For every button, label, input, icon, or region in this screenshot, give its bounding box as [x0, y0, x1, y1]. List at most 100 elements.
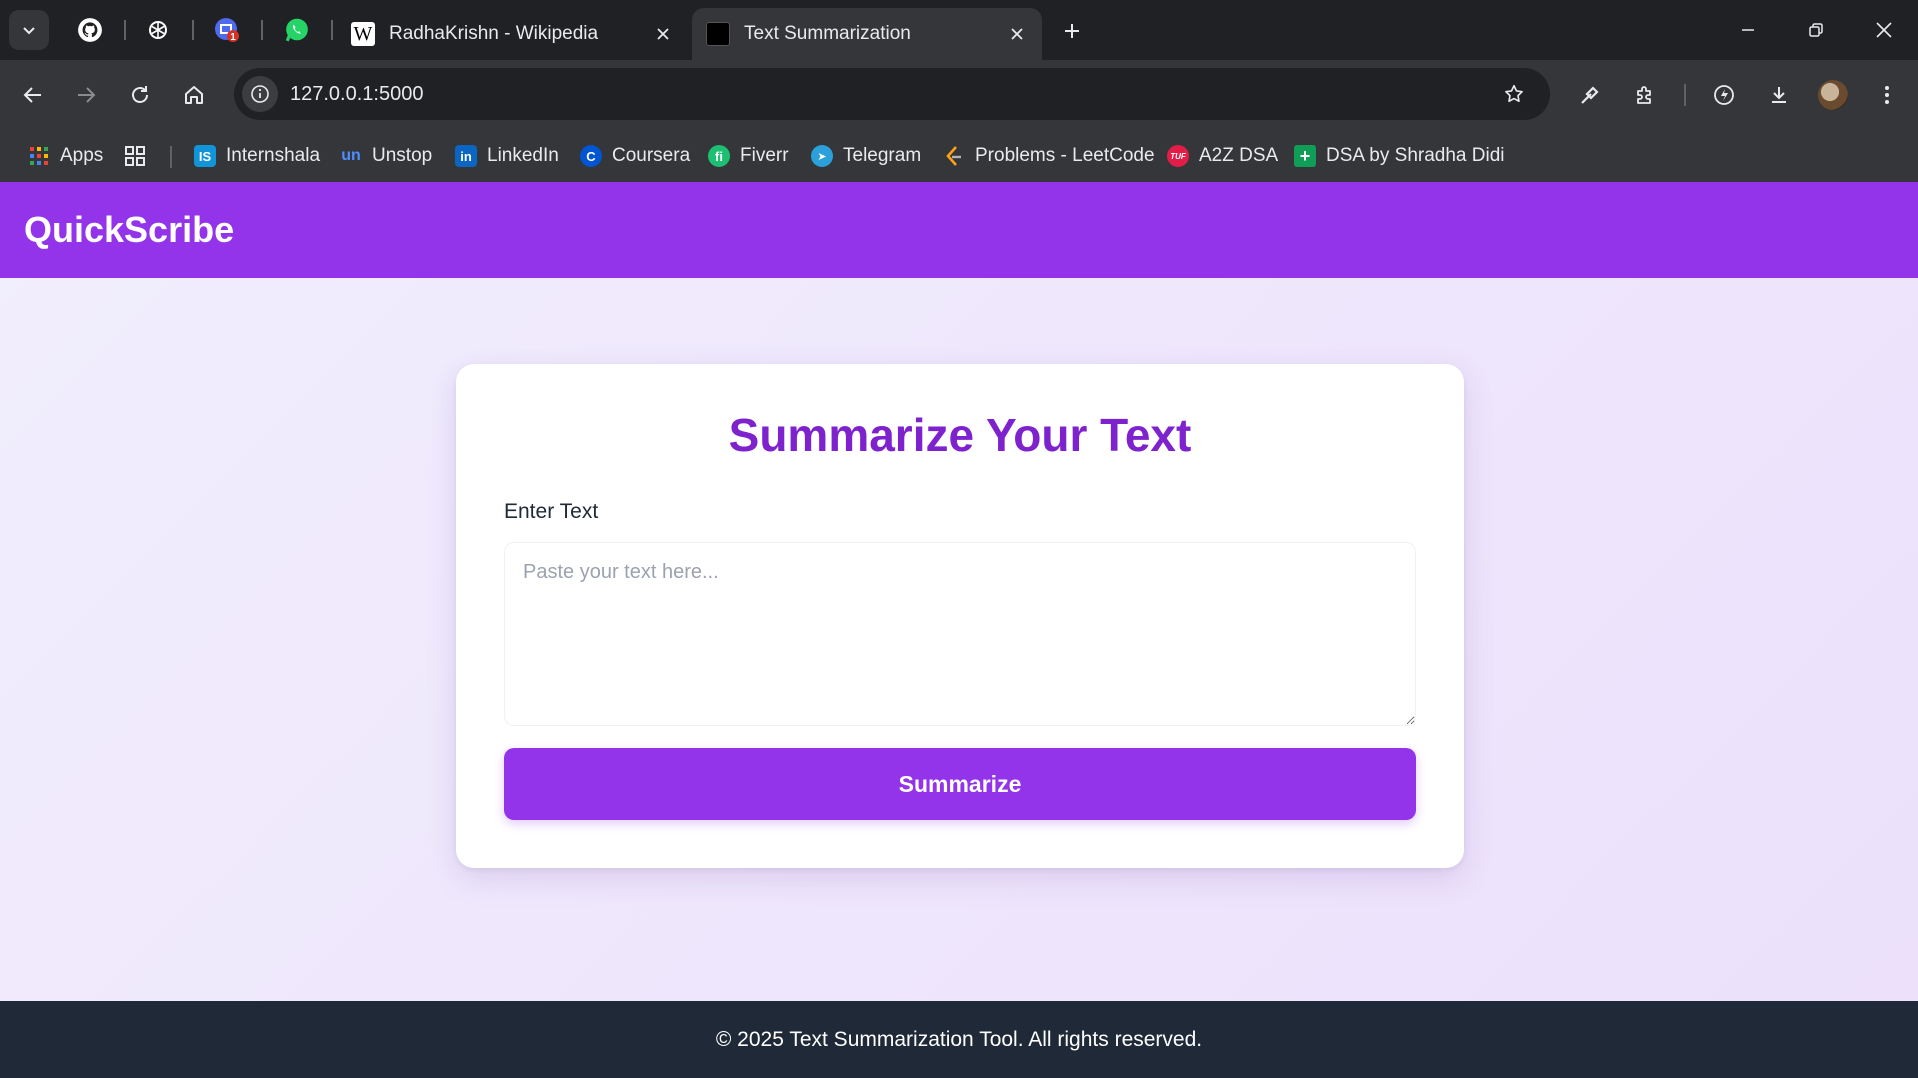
downloads-button[interactable] [1761, 77, 1797, 113]
linkedin-icon: in [455, 145, 477, 167]
tab-separator [331, 20, 333, 40]
info-icon [251, 85, 269, 103]
new-tab-button[interactable] [1054, 13, 1090, 49]
page-title: Summarize Your Text [728, 409, 1192, 461]
bookmark-leetcode[interactable]: Problems - LeetCode [943, 130, 1155, 182]
bookmark-telegram[interactable]: ➤ Telegram [811, 130, 921, 182]
brand-logo[interactable]: QuickScribe [24, 182, 234, 278]
bookmark-label: Telegram [843, 145, 922, 166]
speed-icon [1714, 85, 1734, 105]
chevron-down-icon [23, 27, 35, 35]
reload-icon [132, 86, 148, 103]
tab-wikipedia[interactable]: W RadhaKrishn - Wikipedia [337, 8, 688, 60]
page-viewport: QuickScribe Summarize Your Text Enter Te… [0, 182, 1918, 1078]
github-icon [78, 18, 102, 42]
apps-grid-icon [28, 145, 50, 167]
app-header: QuickScribe [0, 182, 1918, 278]
grid-icon [125, 146, 145, 166]
more-vertical-icon [1885, 86, 1889, 104]
bookmark-label: A2Z DSA [1199, 145, 1279, 166]
pinned-tab-gmail[interactable]: 1 [211, 14, 243, 46]
notification-badge: 1 [230, 32, 236, 43]
summarize-button[interactable]: Summarize [504, 748, 1416, 820]
tab-search-button[interactable] [9, 10, 49, 50]
site-info-button[interactable] [242, 76, 278, 112]
bookmark-label: Problems - LeetCode [975, 145, 1155, 166]
close-window-button[interactable] [1852, 0, 1916, 60]
browser-toolbar: 127.0.0.1:5000 [0, 60, 1918, 130]
bookmark-fiverr[interactable]: fi Fiverr [708, 130, 789, 182]
tab-title: RadhaKrishn - Wikipedia [389, 23, 599, 44]
leetcode-icon [943, 145, 965, 167]
url-text[interactable]: 127.0.0.1:5000 [290, 68, 423, 120]
bookmark-label: Internshala [226, 145, 321, 166]
coursera-icon: C [580, 145, 602, 167]
chatgpt-icon [149, 21, 167, 39]
restore-button[interactable] [1784, 0, 1848, 60]
footer: © 2025 Text Summarization Tool. All righ… [0, 1001, 1918, 1078]
arrow-left-icon [23, 87, 41, 103]
minimize-button[interactable] [1716, 0, 1780, 60]
telegram-icon: ➤ [811, 145, 833, 167]
text-input[interactable] [504, 542, 1416, 726]
minimize-icon [1742, 29, 1754, 31]
wikipedia-logo-letter: W [351, 22, 375, 46]
arrow-right-icon [78, 87, 96, 103]
home-icon [185, 86, 203, 104]
bookmark-dsa-shradha[interactable]: + DSA by Shradha Didi [1294, 130, 1505, 182]
bookmarks-bar: Apps IS Internshala un Unstop in LinkedI… [0, 130, 1918, 183]
tab-groups-button[interactable] [124, 130, 146, 182]
sheets-icon: + [1294, 145, 1316, 167]
star-icon [1505, 84, 1523, 103]
forward-button[interactable] [68, 77, 104, 113]
profile-avatar[interactable] [1818, 80, 1848, 110]
tab-close-button[interactable] [1004, 21, 1030, 47]
tab-text-summarization[interactable]: Text Summarization [692, 8, 1042, 60]
bookmark-label: DSA by Shradha Didi [1326, 145, 1505, 166]
tab-separator [192, 20, 194, 40]
tab-separator [261, 20, 263, 40]
bookmark-label: Apps [60, 145, 104, 166]
bookmark-internshala[interactable]: IS Internshala [194, 130, 320, 182]
bookmark-apps[interactable]: Apps [28, 130, 103, 182]
bookmark-unstop[interactable]: un Unstop [340, 130, 432, 182]
tab-separator [124, 20, 126, 40]
close-icon [657, 28, 669, 40]
input-label: Enter Text [504, 500, 599, 523]
tab-close-button[interactable] [650, 21, 676, 47]
bookmark-a2z-dsa[interactable]: TUF A2Z DSA [1167, 130, 1278, 182]
performance-button[interactable] [1706, 77, 1742, 113]
bookmark-label: LinkedIn [487, 145, 559, 166]
site-icon [706, 22, 730, 46]
puzzle-icon [1637, 86, 1651, 104]
bookmark-star-button[interactable] [1498, 78, 1530, 110]
bookmark-label: Coursera [612, 145, 691, 166]
download-icon [1772, 87, 1786, 103]
summarize-card: Summarize Your Text Enter Text Summarize [456, 364, 1464, 868]
plus-icon [1065, 24, 1079, 38]
bookmark-label: Fiverr [740, 145, 789, 166]
home-button[interactable] [176, 77, 212, 113]
fiverr-icon: fi [708, 145, 730, 167]
bookmark-separator [170, 146, 172, 168]
pinned-tab-chatgpt[interactable] [142, 14, 174, 46]
eyedropper-extension-button[interactable] [1572, 77, 1608, 113]
bookmark-linkedin[interactable]: in LinkedIn [455, 130, 559, 182]
copyright-text: © 2025 Text Summarization Tool. All righ… [715, 1028, 1203, 1051]
pinned-tab-whatsapp[interactable] [281, 14, 313, 46]
browser-menu-button[interactable] [1869, 77, 1905, 113]
bookmark-coursera[interactable]: C Coursera [580, 130, 690, 182]
tab-title: Text Summarization [744, 23, 911, 44]
restore-icon [1809, 23, 1823, 37]
reload-button[interactable] [122, 77, 158, 113]
back-button[interactable] [15, 77, 51, 113]
wikipedia-icon: W [351, 22, 375, 46]
extensions-button[interactable] [1627, 77, 1663, 113]
address-bar[interactable]: 127.0.0.1:5000 [234, 68, 1550, 120]
unstop-icon: un [341, 147, 361, 164]
pinned-tab-github[interactable] [74, 14, 106, 46]
browser-tab-strip: 1 W RadhaKrishn - Wikipedia Text Summari… [0, 0, 1918, 60]
eyedropper-icon [1581, 86, 1599, 104]
tuf-icon: TUF [1167, 145, 1189, 167]
toolbar-separator [1684, 84, 1686, 106]
